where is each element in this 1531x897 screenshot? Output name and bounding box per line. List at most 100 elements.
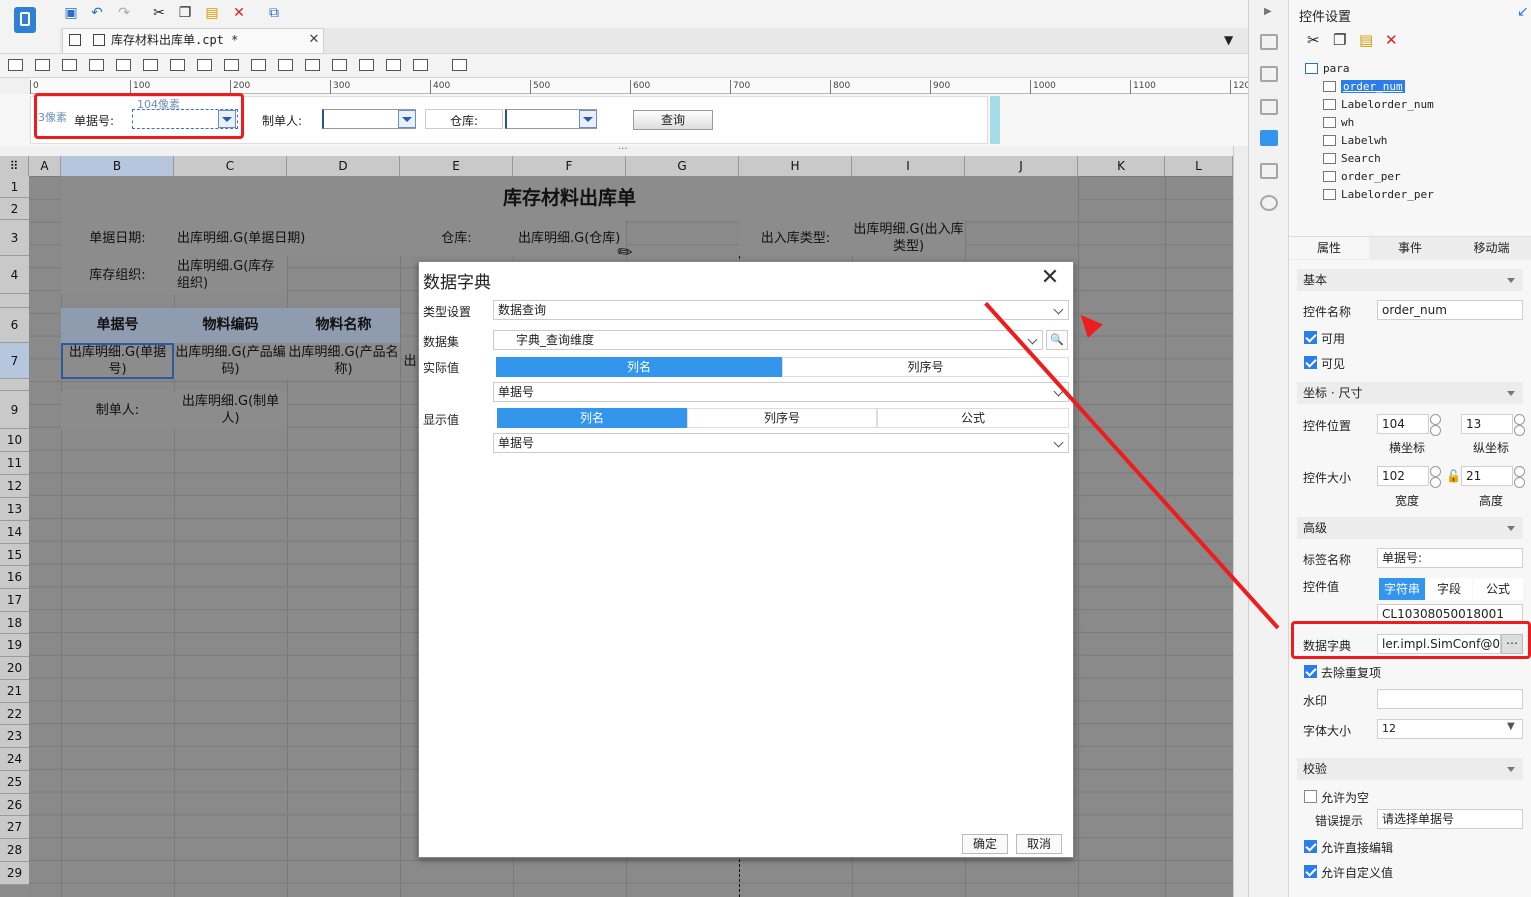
panel-resize-handle[interactable] bbox=[990, 96, 1000, 144]
row-header[interactable]: 15 bbox=[0, 544, 29, 566]
actual-tab-column-index[interactable]: 列序号 bbox=[782, 357, 1069, 377]
calendar-widget-icon[interactable] bbox=[386, 59, 401, 71]
cell-creator-label[interactable]: 制单人: bbox=[61, 391, 174, 429]
row-header[interactable]: 1 bbox=[0, 176, 29, 198]
cell-warehouse-value[interactable]: 出库明细.G(仓库) bbox=[513, 220, 626, 256]
fontsize-select[interactable]: 12 bbox=[1377, 719, 1523, 739]
col-header[interactable]: I bbox=[852, 156, 965, 176]
row-header[interactable]: 3 bbox=[0, 220, 29, 256]
visible-checkbox[interactable] bbox=[1304, 356, 1317, 369]
textarea-widget-icon[interactable] bbox=[197, 59, 212, 71]
section-basic[interactable]: 基本 bbox=[1297, 269, 1523, 291]
type-select[interactable]: 数据查询 bbox=[493, 300, 1069, 320]
row-header[interactable]: 6 bbox=[0, 308, 29, 343]
error-tip-input[interactable]: 请选择单据号 bbox=[1377, 809, 1523, 829]
cell-date-label[interactable]: 单据日期: bbox=[61, 220, 174, 256]
tree-item-para[interactable]: para bbox=[1305, 61, 1350, 77]
watermark-input[interactable] bbox=[1377, 689, 1523, 709]
paste-icon[interactable]: ▤ bbox=[1359, 31, 1373, 49]
display-tab-formula[interactable]: 公式 bbox=[877, 408, 1069, 428]
section-advanced[interactable]: 高级 bbox=[1297, 517, 1523, 539]
calendar2-widget-icon[interactable] bbox=[413, 59, 428, 71]
creator-dropdown-icon[interactable] bbox=[398, 110, 416, 128]
cell-element-icon[interactable] bbox=[1260, 66, 1278, 82]
cell-code-value[interactable]: 出库明细.G(产品编码) bbox=[174, 343, 287, 379]
save-icon[interactable]: ▣ bbox=[62, 4, 80, 22]
password-widget-icon[interactable] bbox=[278, 59, 293, 71]
allow-edit-checkbox[interactable] bbox=[1304, 840, 1317, 853]
cell-attr-icon[interactable] bbox=[1260, 34, 1278, 50]
seg-string[interactable]: 字符串 bbox=[1379, 578, 1425, 600]
copy-icon[interactable]: ❐ bbox=[176, 4, 194, 22]
widget-settings-icon[interactable] bbox=[1260, 130, 1278, 146]
col-header[interactable]: E bbox=[400, 156, 513, 176]
ok-button[interactable]: 确定 bbox=[962, 834, 1008, 854]
tree-item-label-order-per[interactable]: Labelorder_per bbox=[1323, 187, 1434, 203]
cell-header-order[interactable]: 单据号 bbox=[61, 308, 174, 343]
cell-creator-value[interactable]: 出库明细.G(制单人) bbox=[174, 391, 287, 429]
warehouse-dropdown-icon[interactable] bbox=[579, 110, 597, 128]
paste-icon[interactable]: ▤ bbox=[203, 4, 221, 22]
row-header[interactable]: 27 bbox=[0, 816, 29, 839]
pos-y-spinner[interactable] bbox=[1513, 414, 1525, 436]
list-widget-icon[interactable] bbox=[305, 59, 320, 71]
tree-item-label-order-num[interactable]: Labelorder_num bbox=[1323, 97, 1434, 113]
row-header[interactable]: 29 bbox=[0, 862, 29, 885]
app-logo-icon[interactable] bbox=[14, 7, 36, 33]
pos-y-input[interactable]: 13 bbox=[1461, 414, 1513, 434]
close-icon[interactable]: ✕ bbox=[1039, 267, 1061, 290]
display-value-select[interactable]: 单据号 bbox=[493, 433, 1069, 453]
allow-custom-checkbox[interactable] bbox=[1304, 865, 1317, 878]
height-spinner[interactable] bbox=[1513, 466, 1525, 488]
col-header[interactable]: F bbox=[513, 156, 626, 176]
cell-cut-value[interactable]: 出 bbox=[402, 343, 418, 379]
row-header[interactable]: 4 bbox=[0, 256, 29, 294]
checkbox-widget-icon[interactable] bbox=[332, 59, 347, 71]
row-header[interactable]: 23 bbox=[0, 725, 29, 748]
section-validation[interactable]: 校验 bbox=[1297, 758, 1523, 780]
col-header[interactable]: B bbox=[61, 156, 174, 176]
cut-icon[interactable]: ✂ bbox=[150, 4, 168, 22]
delete-icon[interactable]: ✕ bbox=[1385, 31, 1398, 49]
redo-icon[interactable]: ↷ bbox=[115, 4, 133, 22]
tag-name-input[interactable]: 单据号: bbox=[1377, 548, 1523, 568]
seg-field[interactable]: 字段 bbox=[1426, 578, 1472, 600]
row-header[interactable]: 13 bbox=[0, 498, 29, 521]
allow-empty-checkbox[interactable] bbox=[1304, 790, 1317, 803]
row-header[interactable]: 11 bbox=[0, 452, 29, 475]
row-header[interactable]: 26 bbox=[0, 794, 29, 816]
col-header[interactable]: J bbox=[965, 156, 1078, 176]
width-spinner[interactable] bbox=[1429, 466, 1441, 488]
row-header[interactable]: 2 bbox=[0, 198, 29, 220]
lock-icon[interactable]: 🔓 bbox=[1446, 469, 1461, 483]
document-tab[interactable]: 库存材料出库单.cpt * bbox=[62, 28, 324, 53]
row-header[interactable] bbox=[0, 379, 29, 391]
width-input[interactable]: 102 bbox=[1377, 466, 1429, 486]
row-header[interactable]: 21 bbox=[0, 680, 29, 703]
row-header[interactable]: 20 bbox=[0, 657, 29, 680]
more-widget-icon[interactable] bbox=[452, 59, 467, 71]
chevron-down-icon[interactable]: ▼ bbox=[1507, 721, 1515, 732]
preview-dataset-icon[interactable]: 🔍 bbox=[1046, 330, 1068, 350]
cancel-button[interactable]: 取消 bbox=[1016, 834, 1062, 854]
display-tab-column-index[interactable]: 列序号 bbox=[687, 408, 877, 428]
query-button[interactable]: 查询 bbox=[633, 110, 713, 130]
vertical-scrollbar[interactable] bbox=[1233, 146, 1248, 897]
tab-menu-icon[interactable]: ▼ bbox=[1224, 33, 1233, 47]
col-header[interactable]: C bbox=[174, 156, 287, 176]
row-header[interactable]: 10 bbox=[0, 429, 29, 452]
cell-pname-value[interactable]: 出库明细.G(产品名称) bbox=[287, 343, 400, 379]
row-header[interactable]: 22 bbox=[0, 703, 29, 725]
cell-type-label[interactable]: 出入库类型: bbox=[739, 220, 852, 256]
button-widget-icon[interactable] bbox=[62, 59, 77, 71]
row-header[interactable]: 7 bbox=[0, 343, 29, 379]
tree-widget-icon[interactable] bbox=[359, 59, 374, 71]
tree-item-search[interactable]: Search bbox=[1323, 151, 1381, 167]
pos-x-spinner[interactable] bbox=[1429, 414, 1441, 436]
delete-icon[interactable]: ✕ bbox=[230, 4, 248, 22]
cell-header-code[interactable]: 物料编码 bbox=[174, 308, 287, 343]
hyperlink-icon[interactable] bbox=[1260, 195, 1278, 211]
cell-order-value-selected[interactable]: 出库明细.G(单据号) bbox=[61, 343, 174, 379]
row-header[interactable]: 25 bbox=[0, 771, 29, 794]
row-header[interactable]: 14 bbox=[0, 521, 29, 544]
